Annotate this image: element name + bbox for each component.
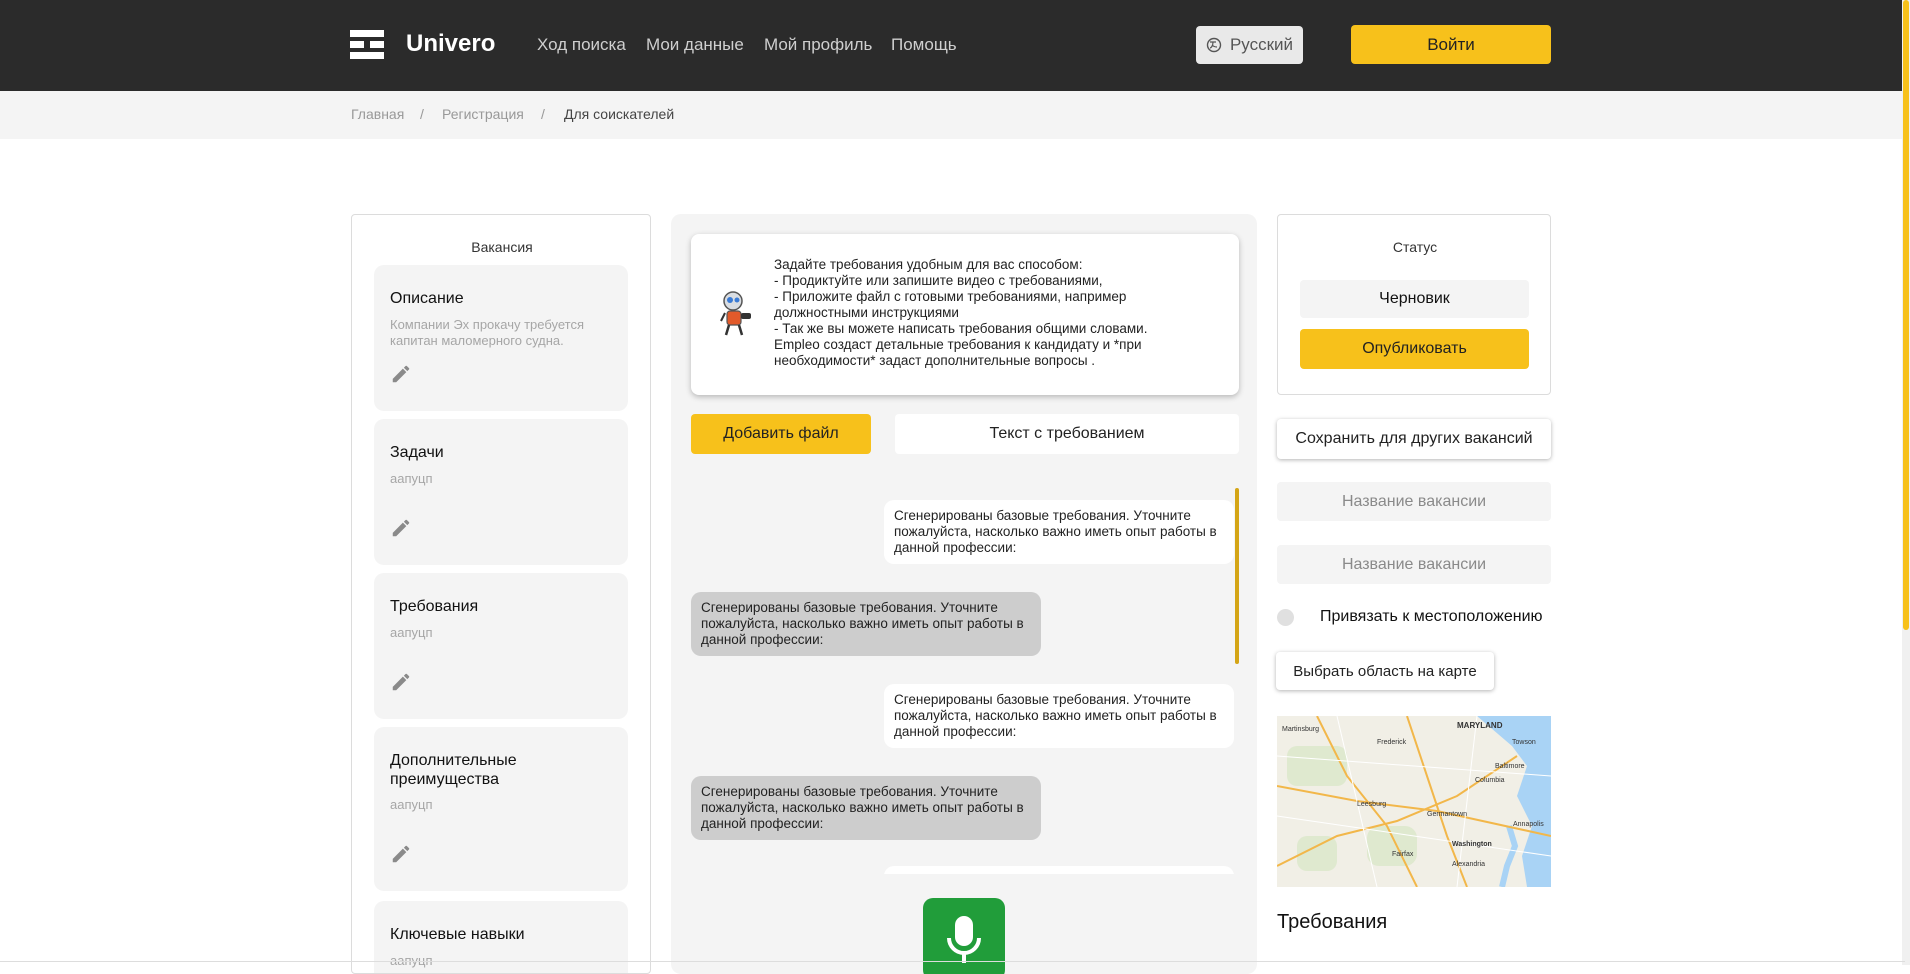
vacancy-name-field[interactable] bbox=[1277, 482, 1551, 521]
card-text: аапуцп bbox=[390, 625, 433, 640]
map-label: Martinsburg bbox=[1282, 726, 1319, 733]
status-badge: Черновик bbox=[1300, 280, 1529, 318]
location-map[interactable]: MARYLAND Baltimore Towson Columbia Washi… bbox=[1277, 716, 1551, 887]
status-panel: Статус Черновик Опубликовать bbox=[1277, 214, 1551, 395]
robot-assistant-icon bbox=[720, 291, 751, 336]
map-label: Leesburg bbox=[1357, 801, 1386, 808]
nav-search-progress[interactable]: Ход поиска bbox=[537, 35, 626, 55]
microphone-icon bbox=[947, 916, 981, 963]
vacancy-name-field-2[interactable] bbox=[1277, 545, 1551, 584]
map-label: Towson bbox=[1512, 739, 1536, 746]
divider bbox=[0, 961, 1905, 962]
breadcrumb-home[interactable]: Главная bbox=[351, 106, 404, 122]
univero-logo-icon[interactable] bbox=[350, 30, 384, 59]
chat-message-bot: Сгенерированы базовые требования. Уточни… bbox=[884, 500, 1234, 564]
chat-message-user: Сгенерированы базовые требования. Уточни… bbox=[691, 776, 1041, 840]
card-additional-benefits[interactable]: Дополнительные преимущества аапуцп bbox=[374, 727, 628, 891]
map-label: MARYLAND bbox=[1457, 721, 1503, 730]
nav-my-profile[interactable]: Мой профиль bbox=[764, 35, 872, 55]
breadcrumb-current: Для соискателей bbox=[564, 106, 675, 122]
card-text: аапуцп bbox=[390, 471, 433, 486]
card-title: Требования bbox=[390, 598, 479, 615]
map-label: Germantown bbox=[1427, 811, 1467, 818]
instructions-box: Задайте требования удобным для вас спосо… bbox=[691, 234, 1239, 395]
status-title: Статус bbox=[1392, 239, 1438, 255]
chat-scrollbar[interactable] bbox=[1235, 488, 1239, 664]
nav-help[interactable]: Помощь bbox=[891, 35, 957, 55]
map-label: Annapolis bbox=[1513, 821, 1544, 828]
map-label: Washington bbox=[1452, 841, 1492, 848]
map-label: Frederick bbox=[1377, 739, 1407, 746]
breadcrumb-registration[interactable]: Регистрация bbox=[442, 106, 524, 122]
vacancy-panel: Вакансия Описание Компании Эх прокачу тр… bbox=[351, 214, 651, 974]
microphone-button[interactable] bbox=[923, 898, 1005, 974]
breadcrumb-separator: / bbox=[420, 106, 424, 122]
breadcrumb-separator: / bbox=[541, 106, 545, 122]
location-toggle-label: Привязать к местоположению bbox=[1320, 608, 1543, 625]
language-label: Русский bbox=[1229, 35, 1294, 54]
card-title: Описание bbox=[390, 290, 464, 307]
top-bar: Univero Ход поиска Мои данные Мой профил… bbox=[0, 0, 1910, 91]
translate-icon bbox=[1206, 37, 1222, 53]
chat-messages[interactable]: Сгенерированы базовые требования. Уточни… bbox=[691, 476, 1239, 874]
card-tasks[interactable]: Задачи аапуцп bbox=[374, 419, 628, 565]
language-button[interactable]: Русский bbox=[1196, 26, 1303, 64]
requirements-chat-panel: Задайте требования удобным для вас спосо… bbox=[671, 214, 1257, 974]
requirements-heading: Требования bbox=[1277, 911, 1388, 933]
add-file-button[interactable]: Добавить файл bbox=[691, 414, 871, 454]
edit-pencil-icon[interactable] bbox=[390, 517, 412, 539]
card-title: Дополнительные преимущества bbox=[390, 752, 517, 788]
instructions-text: Задайте требования удобным для вас спосо… bbox=[774, 257, 1148, 368]
card-text: аапуцп bbox=[390, 797, 433, 812]
card-key-skills[interactable]: Ключевые навыки аапуцп bbox=[374, 901, 628, 973]
location-toggle[interactable] bbox=[1277, 609, 1294, 626]
edit-pencil-icon[interactable] bbox=[390, 843, 412, 865]
map-label: Alexandria bbox=[1452, 861, 1485, 868]
edit-pencil-icon[interactable] bbox=[390, 363, 412, 385]
login-button[interactable]: Войти bbox=[1351, 25, 1551, 64]
brand-name[interactable]: Univero bbox=[406, 30, 495, 58]
nav-my-data[interactable]: Мои данные bbox=[646, 35, 744, 55]
page-scrollbar-thumb[interactable] bbox=[1903, 0, 1909, 630]
map-label: Columbia bbox=[1475, 777, 1505, 784]
map-label: Fairfax bbox=[1392, 851, 1414, 858]
breadcrumb bbox=[0, 91, 1905, 139]
requirement-text-button[interactable]: Текст с требованием bbox=[895, 414, 1239, 454]
card-requirements[interactable]: Требования аапуцп bbox=[374, 573, 628, 719]
chat-message-bot-partial bbox=[884, 866, 1234, 874]
card-description[interactable]: Описание Компании Эх прокачу требуется к… bbox=[374, 265, 628, 411]
map-label: Baltimore bbox=[1495, 763, 1525, 770]
map-image: MARYLAND Baltimore Towson Columbia Washi… bbox=[1277, 716, 1551, 887]
edit-pencil-icon[interactable] bbox=[390, 671, 412, 693]
chat-message-user: Сгенерированы базовые требования. Уточни… bbox=[691, 592, 1041, 656]
chat-message-bot: Сгенерированы базовые требования. Уточни… bbox=[884, 684, 1234, 748]
card-title: Задачи bbox=[390, 444, 444, 461]
card-text: Компании Эх прокачу требуется капитан ма… bbox=[390, 317, 585, 348]
card-title: Ключевые навыки bbox=[390, 926, 525, 943]
select-map-area-button[interactable]: Выбрать область на карте bbox=[1276, 652, 1494, 690]
publish-button[interactable]: Опубликовать bbox=[1300, 329, 1529, 369]
save-for-other-vacancies-button[interactable]: Сохранить для других вакансий bbox=[1277, 419, 1551, 459]
vacancy-panel-title: Вакансия bbox=[471, 239, 533, 255]
